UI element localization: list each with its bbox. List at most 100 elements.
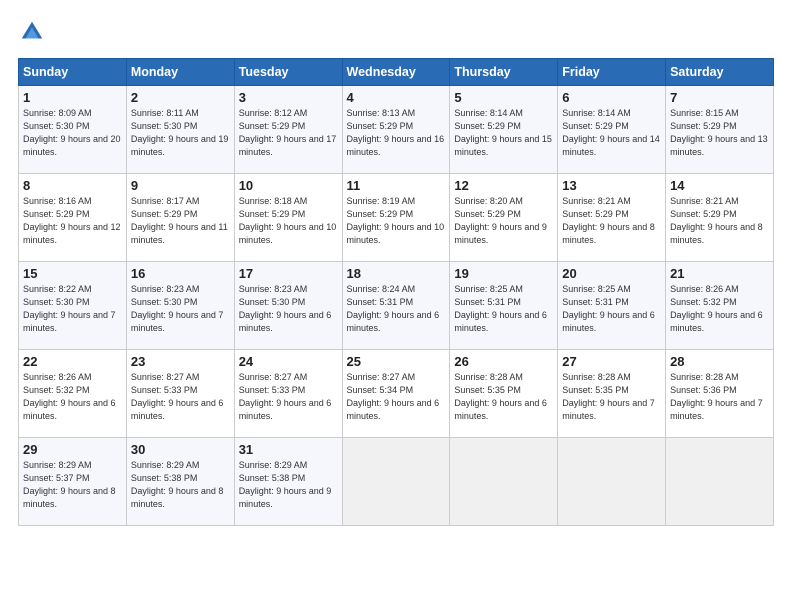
cell-details: Sunrise: 8:22 AMSunset: 5:30 PMDaylight:… (23, 284, 116, 333)
calendar-page: SundayMondayTuesdayWednesdayThursdayFrid… (0, 0, 792, 612)
calendar-cell: 15 Sunrise: 8:22 AMSunset: 5:30 PMDaylig… (19, 262, 127, 350)
cell-details: Sunrise: 8:21 AMSunset: 5:29 PMDaylight:… (670, 196, 763, 245)
cell-details: Sunrise: 8:13 AMSunset: 5:29 PMDaylight:… (347, 108, 445, 157)
day-number: 30 (131, 442, 230, 457)
day-number: 8 (23, 178, 122, 193)
day-number: 17 (239, 266, 338, 281)
calendar-cell: 22 Sunrise: 8:26 AMSunset: 5:32 PMDaylig… (19, 350, 127, 438)
day-number: 15 (23, 266, 122, 281)
calendar-cell: 1 Sunrise: 8:09 AMSunset: 5:30 PMDayligh… (19, 86, 127, 174)
cell-details: Sunrise: 8:26 AMSunset: 5:32 PMDaylight:… (670, 284, 763, 333)
calendar-cell: 6 Sunrise: 8:14 AMSunset: 5:29 PMDayligh… (558, 86, 666, 174)
calendar-week-row: 29 Sunrise: 8:29 AMSunset: 5:37 PMDaylig… (19, 438, 774, 526)
calendar-cell (558, 438, 666, 526)
day-number: 9 (131, 178, 230, 193)
cell-details: Sunrise: 8:23 AMSunset: 5:30 PMDaylight:… (131, 284, 224, 333)
calendar-cell: 19 Sunrise: 8:25 AMSunset: 5:31 PMDaylig… (450, 262, 558, 350)
cell-details: Sunrise: 8:26 AMSunset: 5:32 PMDaylight:… (23, 372, 116, 421)
cell-details: Sunrise: 8:29 AMSunset: 5:38 PMDaylight:… (131, 460, 224, 509)
calendar-cell: 23 Sunrise: 8:27 AMSunset: 5:33 PMDaylig… (126, 350, 234, 438)
day-of-week-header: Sunday (19, 59, 127, 86)
day-number: 7 (670, 90, 769, 105)
calendar-cell: 31 Sunrise: 8:29 AMSunset: 5:38 PMDaylig… (234, 438, 342, 526)
cell-details: Sunrise: 8:09 AMSunset: 5:30 PMDaylight:… (23, 108, 121, 157)
cell-details: Sunrise: 8:21 AMSunset: 5:29 PMDaylight:… (562, 196, 655, 245)
calendar-cell: 7 Sunrise: 8:15 AMSunset: 5:29 PMDayligh… (666, 86, 774, 174)
calendar-cell: 18 Sunrise: 8:24 AMSunset: 5:31 PMDaylig… (342, 262, 450, 350)
day-number: 18 (347, 266, 446, 281)
day-of-week-header: Thursday (450, 59, 558, 86)
day-number: 6 (562, 90, 661, 105)
calendar-cell: 3 Sunrise: 8:12 AMSunset: 5:29 PMDayligh… (234, 86, 342, 174)
day-number: 3 (239, 90, 338, 105)
day-number: 28 (670, 354, 769, 369)
calendar-table: SundayMondayTuesdayWednesdayThursdayFrid… (18, 58, 774, 526)
calendar-cell: 8 Sunrise: 8:16 AMSunset: 5:29 PMDayligh… (19, 174, 127, 262)
calendar-week-row: 22 Sunrise: 8:26 AMSunset: 5:32 PMDaylig… (19, 350, 774, 438)
day-number: 14 (670, 178, 769, 193)
page-header (18, 18, 774, 46)
cell-details: Sunrise: 8:11 AMSunset: 5:30 PMDaylight:… (131, 108, 229, 157)
cell-details: Sunrise: 8:25 AMSunset: 5:31 PMDaylight:… (454, 284, 547, 333)
cell-details: Sunrise: 8:27 AMSunset: 5:33 PMDaylight:… (131, 372, 224, 421)
cell-details: Sunrise: 8:23 AMSunset: 5:30 PMDaylight:… (239, 284, 332, 333)
day-number: 24 (239, 354, 338, 369)
calendar-cell: 10 Sunrise: 8:18 AMSunset: 5:29 PMDaylig… (234, 174, 342, 262)
calendar-cell: 11 Sunrise: 8:19 AMSunset: 5:29 PMDaylig… (342, 174, 450, 262)
cell-details: Sunrise: 8:17 AMSunset: 5:29 PMDaylight:… (131, 196, 228, 245)
day-number: 10 (239, 178, 338, 193)
calendar-week-row: 1 Sunrise: 8:09 AMSunset: 5:30 PMDayligh… (19, 86, 774, 174)
day-number: 20 (562, 266, 661, 281)
calendar-cell (450, 438, 558, 526)
day-of-week-header: Wednesday (342, 59, 450, 86)
cell-details: Sunrise: 8:27 AMSunset: 5:33 PMDaylight:… (239, 372, 332, 421)
calendar-cell: 4 Sunrise: 8:13 AMSunset: 5:29 PMDayligh… (342, 86, 450, 174)
day-number: 4 (347, 90, 446, 105)
calendar-cell: 16 Sunrise: 8:23 AMSunset: 5:30 PMDaylig… (126, 262, 234, 350)
calendar-cell: 17 Sunrise: 8:23 AMSunset: 5:30 PMDaylig… (234, 262, 342, 350)
calendar-cell (666, 438, 774, 526)
calendar-cell: 12 Sunrise: 8:20 AMSunset: 5:29 PMDaylig… (450, 174, 558, 262)
cell-details: Sunrise: 8:14 AMSunset: 5:29 PMDaylight:… (562, 108, 660, 157)
calendar-cell: 30 Sunrise: 8:29 AMSunset: 5:38 PMDaylig… (126, 438, 234, 526)
calendar-cell: 25 Sunrise: 8:27 AMSunset: 5:34 PMDaylig… (342, 350, 450, 438)
cell-details: Sunrise: 8:16 AMSunset: 5:29 PMDaylight:… (23, 196, 121, 245)
cell-details: Sunrise: 8:28 AMSunset: 5:36 PMDaylight:… (670, 372, 763, 421)
calendar-cell: 28 Sunrise: 8:28 AMSunset: 5:36 PMDaylig… (666, 350, 774, 438)
day-number: 11 (347, 178, 446, 193)
day-number: 12 (454, 178, 553, 193)
day-number: 13 (562, 178, 661, 193)
cell-details: Sunrise: 8:29 AMSunset: 5:37 PMDaylight:… (23, 460, 116, 509)
cell-details: Sunrise: 8:27 AMSunset: 5:34 PMDaylight:… (347, 372, 440, 421)
cell-details: Sunrise: 8:14 AMSunset: 5:29 PMDaylight:… (454, 108, 552, 157)
day-number: 21 (670, 266, 769, 281)
calendar-cell: 2 Sunrise: 8:11 AMSunset: 5:30 PMDayligh… (126, 86, 234, 174)
day-of-week-header: Friday (558, 59, 666, 86)
calendar-cell: 27 Sunrise: 8:28 AMSunset: 5:35 PMDaylig… (558, 350, 666, 438)
day-number: 19 (454, 266, 553, 281)
day-number: 29 (23, 442, 122, 457)
cell-details: Sunrise: 8:28 AMSunset: 5:35 PMDaylight:… (562, 372, 655, 421)
calendar-cell: 26 Sunrise: 8:28 AMSunset: 5:35 PMDaylig… (450, 350, 558, 438)
cell-details: Sunrise: 8:18 AMSunset: 5:29 PMDaylight:… (239, 196, 337, 245)
cell-details: Sunrise: 8:24 AMSunset: 5:31 PMDaylight:… (347, 284, 440, 333)
calendar-cell: 29 Sunrise: 8:29 AMSunset: 5:37 PMDaylig… (19, 438, 127, 526)
calendar-week-row: 15 Sunrise: 8:22 AMSunset: 5:30 PMDaylig… (19, 262, 774, 350)
day-of-week-header: Tuesday (234, 59, 342, 86)
day-of-week-header: Monday (126, 59, 234, 86)
day-of-week-header: Saturday (666, 59, 774, 86)
logo (18, 18, 50, 46)
calendar-cell: 24 Sunrise: 8:27 AMSunset: 5:33 PMDaylig… (234, 350, 342, 438)
day-number: 25 (347, 354, 446, 369)
calendar-cell: 20 Sunrise: 8:25 AMSunset: 5:31 PMDaylig… (558, 262, 666, 350)
cell-details: Sunrise: 8:29 AMSunset: 5:38 PMDaylight:… (239, 460, 332, 509)
cell-details: Sunrise: 8:19 AMSunset: 5:29 PMDaylight:… (347, 196, 445, 245)
calendar-cell: 21 Sunrise: 8:26 AMSunset: 5:32 PMDaylig… (666, 262, 774, 350)
cell-details: Sunrise: 8:15 AMSunset: 5:29 PMDaylight:… (670, 108, 768, 157)
calendar-cell: 9 Sunrise: 8:17 AMSunset: 5:29 PMDayligh… (126, 174, 234, 262)
calendar-cell: 14 Sunrise: 8:21 AMSunset: 5:29 PMDaylig… (666, 174, 774, 262)
calendar-header-row: SundayMondayTuesdayWednesdayThursdayFrid… (19, 59, 774, 86)
day-number: 26 (454, 354, 553, 369)
day-number: 31 (239, 442, 338, 457)
cell-details: Sunrise: 8:12 AMSunset: 5:29 PMDaylight:… (239, 108, 337, 157)
